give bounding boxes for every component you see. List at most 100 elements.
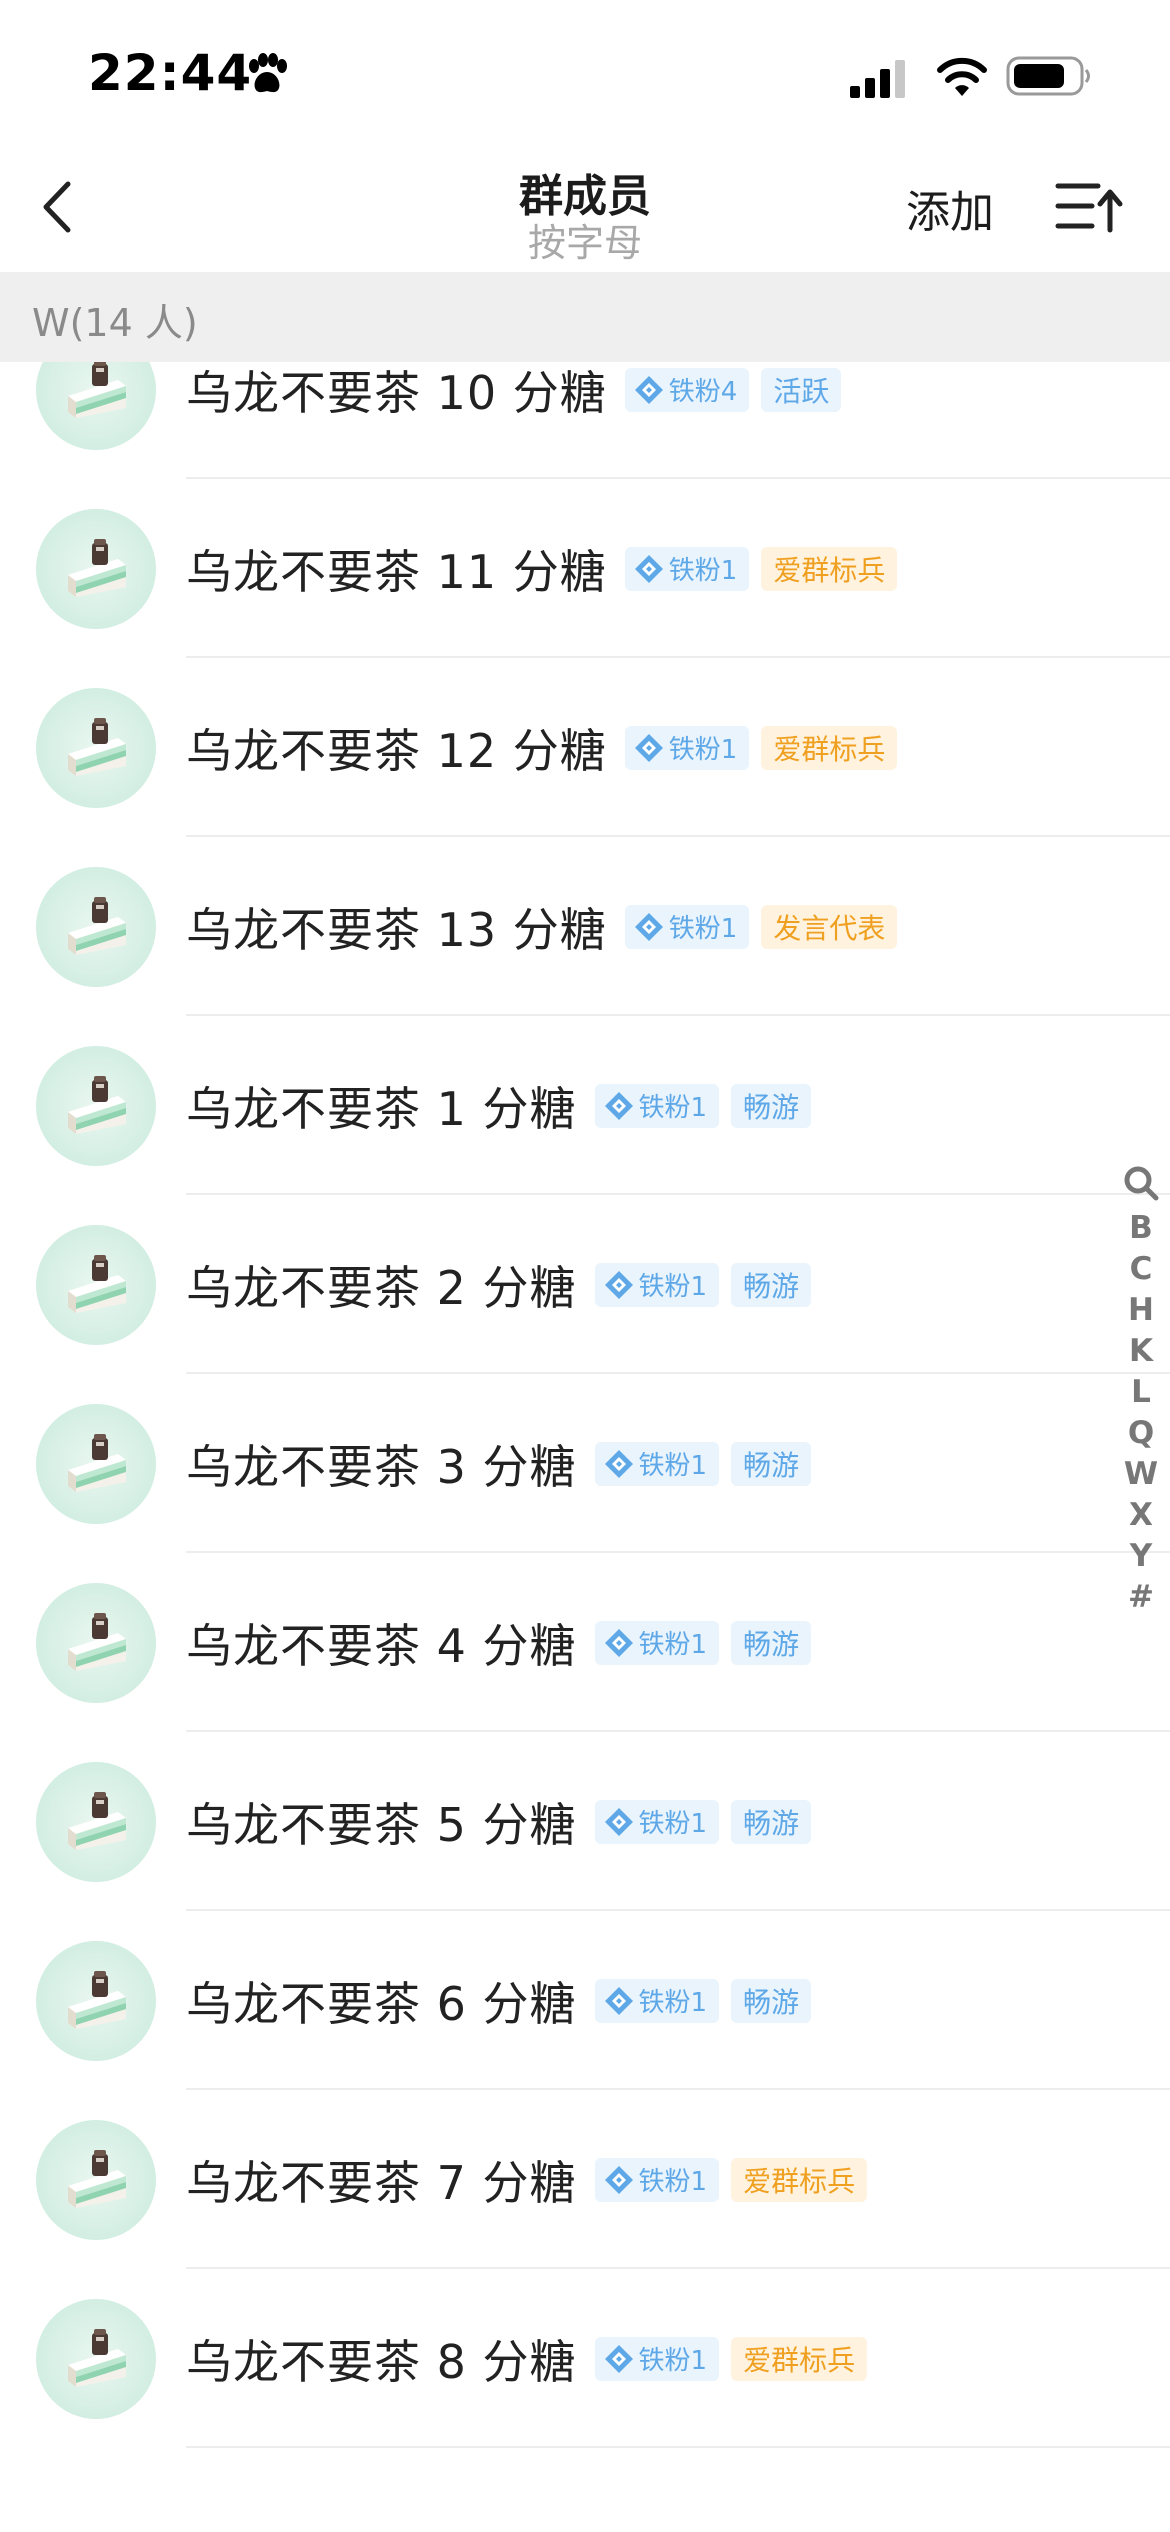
fan-level-badge: 铁粉1 xyxy=(624,904,750,949)
fan-level-label: 铁粉1 xyxy=(638,1093,708,1123)
member-row[interactable]: 乌龙不要茶 3 分糖 铁粉1 畅游 xyxy=(0,1374,1170,1553)
diamond-icon xyxy=(634,375,663,404)
wifi-icon xyxy=(937,57,987,96)
index-letter[interactable]: B xyxy=(1129,1208,1153,1249)
fan-level-label: 铁粉1 xyxy=(668,556,738,586)
section-header-label: W(14 人) xyxy=(32,301,198,345)
avatar[interactable] xyxy=(36,509,156,629)
member-name: 乌龙不要茶 8 分糖 xyxy=(186,2334,577,2389)
paw-icon xyxy=(249,53,287,93)
avatar[interactable] xyxy=(36,2120,156,2240)
cake-avatar-icon xyxy=(68,539,126,597)
battery-icon xyxy=(1006,56,1090,96)
cake-avatar-icon xyxy=(68,897,126,955)
member-row[interactable]: 乌龙不要茶 12 分糖 铁粉1 爱群标兵 xyxy=(0,658,1170,837)
alphabet-index-bar: B C H K L Q W X Y # xyxy=(1118,1164,1164,1618)
cake-avatar-icon xyxy=(68,1255,126,1313)
avatar[interactable] xyxy=(36,867,156,987)
role-badge: 活跃 xyxy=(761,367,842,412)
member-info: 乌龙不要茶 12 分糖 铁粉1 爱群标兵 xyxy=(186,658,898,837)
member-name: 乌龙不要茶 2 分糖 xyxy=(186,1260,577,1315)
member-row[interactable]: 乌龙不要茶 13 分糖 铁粉1 发言代表 xyxy=(0,837,1170,1016)
diamond-icon xyxy=(604,2344,633,2373)
member-name: 乌龙不要茶 11 分糖 xyxy=(186,544,607,599)
index-letter[interactable]: X xyxy=(1129,1495,1153,1536)
index-search-icon[interactable] xyxy=(1122,1164,1160,1202)
member-row[interactable]: 乌龙不要茶 7 分糖 铁粉1 爱群标兵 xyxy=(0,2090,1170,2269)
fan-level-label: 铁粉1 xyxy=(638,1809,708,1839)
avatar[interactable] xyxy=(36,1583,156,1703)
sort-icon[interactable] xyxy=(1054,176,1124,238)
signal-icon xyxy=(850,60,905,98)
fan-level-badge: 铁粉1 xyxy=(624,725,750,770)
fan-level-badge: 铁粉1 xyxy=(594,2336,720,2381)
avatar[interactable] xyxy=(36,1404,156,1524)
member-row[interactable]: 乌龙不要茶 6 分糖 铁粉1 畅游 xyxy=(0,1911,1170,2090)
avatar[interactable] xyxy=(36,362,156,450)
diamond-icon xyxy=(604,1449,633,1478)
diamond-icon xyxy=(604,2165,633,2194)
fan-level-label: 铁粉1 xyxy=(638,2346,708,2376)
avatar[interactable] xyxy=(36,1941,156,2061)
fan-level-label: 铁粉1 xyxy=(638,1630,708,1660)
member-name: 乌龙不要茶 7 分糖 xyxy=(186,2155,577,2210)
member-info: 乌龙不要茶 11 分糖 铁粉1 爱群标兵 xyxy=(186,479,898,658)
member-name: 乌龙不要茶 5 分糖 xyxy=(186,1797,577,1852)
avatar[interactable] xyxy=(36,1225,156,1345)
diamond-icon xyxy=(604,1270,633,1299)
index-letter[interactable]: K xyxy=(1129,1331,1153,1372)
member-name: 乌龙不要茶 13 分糖 xyxy=(186,902,607,957)
fan-level-badge: 铁粉1 xyxy=(594,1441,720,1486)
index-letter[interactable]: L xyxy=(1131,1372,1151,1413)
member-name: 乌龙不要茶 12 分糖 xyxy=(186,723,607,778)
role-badge: 爱群标兵 xyxy=(761,725,898,770)
member-list: 乌龙不要茶 10 分糖 铁粉4 活跃 乌龙不要茶 11 分糖 铁粉1 爱群标兵 … xyxy=(0,362,1170,2532)
role-badge: 发言代表 xyxy=(761,904,898,949)
diamond-icon xyxy=(604,1091,633,1120)
index-letter[interactable]: W xyxy=(1124,1454,1158,1495)
member-row[interactable]: 乌龙不要茶 10 分糖 铁粉4 活跃 xyxy=(0,362,1170,479)
member-name: 乌龙不要茶 6 分糖 xyxy=(186,1976,577,2031)
cake-avatar-icon xyxy=(68,1792,126,1850)
fan-level-label: 铁粉1 xyxy=(638,2167,708,2197)
fan-level-badge: 铁粉1 xyxy=(594,1620,720,1665)
member-row[interactable]: 乌龙不要茶 8 分糖 铁粉1 爱群标兵 xyxy=(0,2269,1170,2448)
section-header-w: W(14 人) xyxy=(0,272,1170,362)
diamond-icon xyxy=(634,912,663,941)
index-letter[interactable]: C xyxy=(1130,1249,1153,1290)
cake-avatar-icon xyxy=(68,362,126,418)
member-row[interactable]: 乌龙不要茶 5 分糖 铁粉1 畅游 xyxy=(0,1732,1170,1911)
fan-level-badge: 铁粉1 xyxy=(594,2157,720,2202)
avatar[interactable] xyxy=(36,1046,156,1166)
index-letter[interactable]: H xyxy=(1128,1290,1154,1331)
member-info: 乌龙不要茶 8 分糖 铁粉1 爱群标兵 xyxy=(186,2269,868,2448)
back-button[interactable] xyxy=(22,170,96,244)
add-member-button[interactable]: 添加 xyxy=(906,176,994,240)
member-info: 乌龙不要茶 10 分糖 铁粉4 活跃 xyxy=(186,362,842,479)
member-info: 乌龙不要茶 1 分糖 铁粉1 畅游 xyxy=(186,1016,812,1195)
member-row[interactable]: 乌龙不要茶 1 分糖 铁粉1 畅游 xyxy=(0,1016,1170,1195)
index-letter[interactable]: Q xyxy=(1128,1413,1154,1454)
fan-level-badge: 铁粉1 xyxy=(594,1083,720,1128)
nav-header: 群成员 按字母 添加 xyxy=(0,150,1170,272)
member-info: 乌龙不要茶 13 分糖 铁粉1 发言代表 xyxy=(186,837,898,1016)
member-info: 乌龙不要茶 6 分糖 铁粉1 畅游 xyxy=(186,1911,812,2090)
index-letter[interactable]: # xyxy=(1128,1577,1154,1618)
status-bar: 22:44 xyxy=(0,0,1170,150)
role-badge: 畅游 xyxy=(731,1083,812,1128)
avatar[interactable] xyxy=(36,688,156,808)
role-badge: 畅游 xyxy=(731,1441,812,1486)
avatar[interactable] xyxy=(36,1762,156,1882)
member-row[interactable]: 乌龙不要茶 4 分糖 铁粉1 畅游 xyxy=(0,1553,1170,1732)
index-letter[interactable]: Y xyxy=(1130,1536,1152,1577)
fan-level-label: 铁粉4 xyxy=(668,377,738,407)
role-badge: 爱群标兵 xyxy=(731,2157,868,2202)
member-row[interactable]: 乌龙不要茶 11 分糖 铁粉1 爱群标兵 xyxy=(0,479,1170,658)
member-row[interactable]: 乌龙不要茶 2 分糖 铁粉1 畅游 xyxy=(0,1195,1170,1374)
role-badge: 畅游 xyxy=(731,1262,812,1307)
role-badge: 爱群标兵 xyxy=(761,546,898,591)
fan-level-badge: 铁粉1 xyxy=(594,1262,720,1307)
avatar[interactable] xyxy=(36,2299,156,2419)
diamond-icon xyxy=(604,1986,633,2015)
fan-level-label: 铁粉1 xyxy=(638,1988,708,2018)
